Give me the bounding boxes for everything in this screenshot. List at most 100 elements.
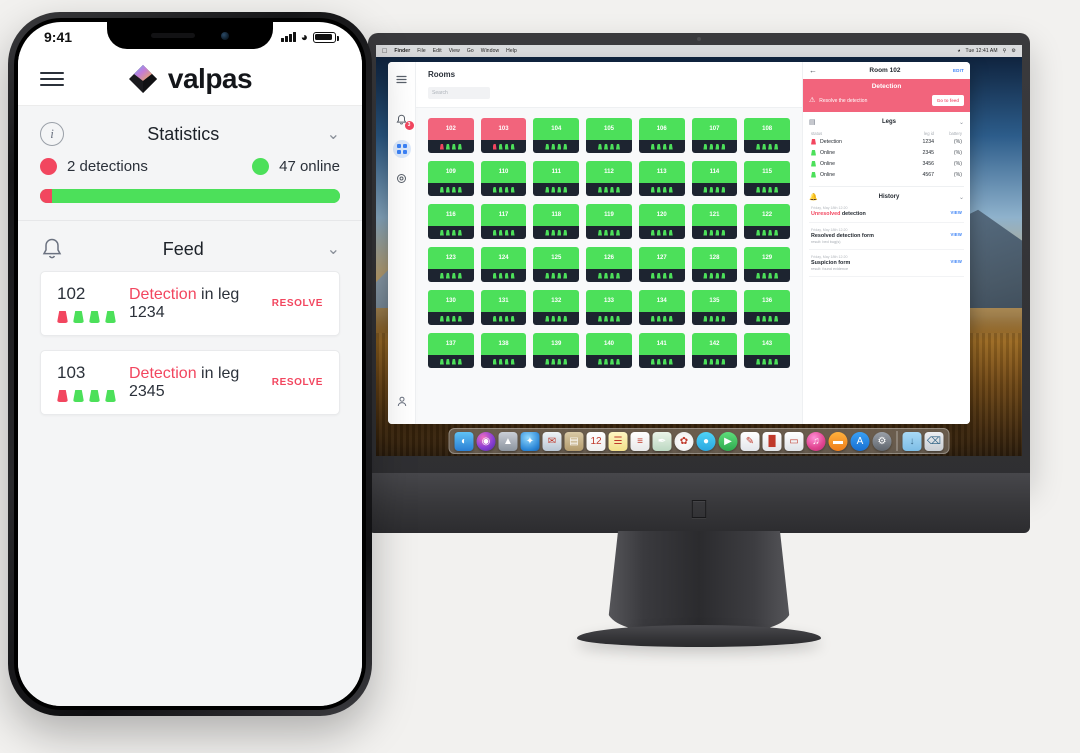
spotlight-icon[interactable]: ⚲ [1003, 48, 1007, 54]
history-view-button[interactable]: VIEW [950, 228, 962, 237]
history-view-button[interactable]: VIEW [950, 255, 962, 264]
room-card[interactable]: 122 [744, 204, 790, 239]
history-item[interactable]: Friday, May 18th 12:20 Unresolved detecti… [809, 201, 964, 223]
hamburger-menu-icon[interactable] [40, 71, 64, 86]
reminders-icon[interactable]: ≡ [630, 432, 650, 451]
room-card[interactable]: 116 [428, 204, 474, 239]
room-card[interactable]: 113 [638, 161, 685, 196]
room-card[interactable]: 107 [691, 118, 738, 153]
room-card[interactable]: 118 [533, 204, 580, 239]
resolve-button[interactable]: RESOLVE [272, 377, 323, 388]
room-card[interactable]: 109 [428, 161, 474, 196]
room-card[interactable]: 139 [533, 333, 580, 368]
room-card[interactable]: 102 [428, 118, 474, 153]
room-card[interactable]: 120 [638, 204, 685, 239]
statistics-header[interactable]: i Statistics ⌄ [18, 106, 362, 156]
menubar-item-file[interactable]: File [417, 48, 425, 54]
history-view-button[interactable]: VIEW [950, 206, 962, 215]
menubar-item-window[interactable]: Window [481, 48, 499, 54]
sidebar-settings-gear-icon[interactable] [395, 171, 409, 185]
room-card[interactable]: 128 [691, 247, 738, 282]
room-card[interactable]: 125 [533, 247, 580, 282]
go-to-feed-button[interactable]: Go to feed [931, 95, 964, 106]
downloads-folder-icon[interactable]: ↓ [902, 432, 922, 451]
finder-icon[interactable]: ◐ [454, 432, 474, 451]
room-card[interactable]: 111 [533, 161, 580, 196]
room-card[interactable]: 103 [480, 118, 527, 153]
menubar-item-view[interactable]: View [449, 48, 460, 54]
room-card[interactable]: 123 [428, 247, 474, 282]
room-card[interactable]: 104 [533, 118, 580, 153]
menubar-item-help[interactable]: Help [506, 48, 517, 54]
room-card[interactable]: 131 [480, 290, 527, 325]
numbers-icon[interactable]: █ [762, 432, 782, 451]
hamburger-menu-icon[interactable] [395, 72, 409, 86]
facetime-icon[interactable]: ▶ [718, 432, 738, 451]
leg-row[interactable]: Detection 1234 (%) [809, 136, 964, 147]
system-preferences-icon[interactable]: ⚙ [872, 432, 892, 451]
maps-icon[interactable]: ✒ [652, 432, 672, 451]
messages-icon[interactable]: ● [696, 432, 716, 451]
menubar-clock[interactable]: Tue 12:41 AM [965, 48, 997, 54]
ibooks-icon[interactable]: ▬ [828, 432, 848, 451]
room-card[interactable]: 127 [638, 247, 685, 282]
contacts-icon[interactable]: ▤ [564, 432, 584, 451]
room-card[interactable]: 108 [744, 118, 790, 153]
pages-icon[interactable]: ✎ [740, 432, 760, 451]
feed-header[interactable]: Feed ⌄ [18, 221, 362, 271]
room-card[interactable]: 134 [638, 290, 685, 325]
room-card[interactable]: 130 [428, 290, 474, 325]
room-card[interactable]: 133 [586, 290, 632, 325]
calendar-icon[interactable]: 12 [586, 432, 606, 451]
leg-row[interactable]: Online 4567 (%) [809, 169, 964, 180]
notes-icon[interactable]: ☰ [608, 432, 628, 451]
rooms-search-input[interactable]: Search [428, 87, 490, 99]
room-card[interactable]: 112 [586, 161, 632, 196]
leg-row[interactable]: Online 3456 (%) [809, 158, 964, 169]
menubar-wifi-icon[interactable]: ◕ [957, 48, 960, 54]
room-card[interactable]: 138 [480, 333, 527, 368]
room-card[interactable]: 126 [586, 247, 632, 282]
menubar-item-finder[interactable]: Finder [394, 48, 410, 54]
siri-icon[interactable]: ◉ [476, 432, 496, 451]
chevron-down-icon[interactable]: ⌄ [959, 119, 964, 126]
mail-icon[interactable]: ✉ [542, 432, 562, 451]
room-card[interactable]: 106 [638, 118, 685, 153]
history-item[interactable]: Friday, May 18th 12:20 Resolved detection… [809, 223, 964, 250]
menubar-item-edit[interactable]: Edit [433, 48, 442, 54]
leg-row[interactable]: Online 2345 (%) [809, 147, 964, 158]
feed-card[interactable]: 102 Detection in leg 1234 RESOLVE [40, 271, 340, 336]
room-card[interactable]: 141 [638, 333, 685, 368]
macos-dock[interactable]: ◐ ◉ ▲ ✦ ✉ ▤ 12 ☰ ≡ ✒ ✿ ● ▶ ✎ █ ▭ ♫ ▬ A ⚙ ↓ ⌫ [448, 428, 950, 454]
room-card[interactable]: 124 [480, 247, 527, 282]
room-card[interactable]: 114 [691, 161, 738, 196]
itunes-icon[interactable]: ♫ [806, 432, 826, 451]
arrow-left-icon[interactable]: ← [809, 66, 817, 75]
control-center-icon[interactable]: ⚙ [1011, 48, 1016, 54]
room-card[interactable]: 140 [586, 333, 632, 368]
chevron-down-icon[interactable]: ⌄ [959, 194, 964, 201]
feed-card[interactable]: 103 Detection in leg 2345 RESOLVE [40, 350, 340, 415]
room-card[interactable]: 105 [586, 118, 632, 153]
room-card[interactable]: 129 [744, 247, 790, 282]
room-card[interactable]: 132 [533, 290, 580, 325]
room-card[interactable]: 115 [744, 161, 790, 196]
room-card[interactable]: 135 [691, 290, 738, 325]
room-card[interactable]: 119 [586, 204, 632, 239]
chevron-down-icon[interactable]: ⌄ [327, 239, 340, 259]
trash-icon[interactable]: ⌫ [924, 432, 944, 451]
history-item[interactable]: Friday, May 18th 12:20 Suspicion form resu… [809, 250, 964, 277]
room-card[interactable]: 110 [480, 161, 527, 196]
room-edit-button[interactable]: EDIT [953, 68, 964, 73]
keynote-icon[interactable]: ▭ [784, 432, 804, 451]
room-card[interactable]: 136 [744, 290, 790, 325]
menubar-item-go[interactable]: Go [467, 48, 474, 54]
resolve-button[interactable]: RESOLVE [272, 298, 323, 309]
room-card[interactable]: 121 [691, 204, 738, 239]
apple-menu-icon[interactable]:  [382, 48, 387, 55]
photos-icon[interactable]: ✿ [674, 432, 694, 451]
appstore-icon[interactable]: A [850, 432, 870, 451]
room-card[interactable]: 117 [480, 204, 527, 239]
safari-icon[interactable]: ✦ [520, 432, 540, 451]
launchpad-icon[interactable]: ▲ [498, 432, 518, 451]
